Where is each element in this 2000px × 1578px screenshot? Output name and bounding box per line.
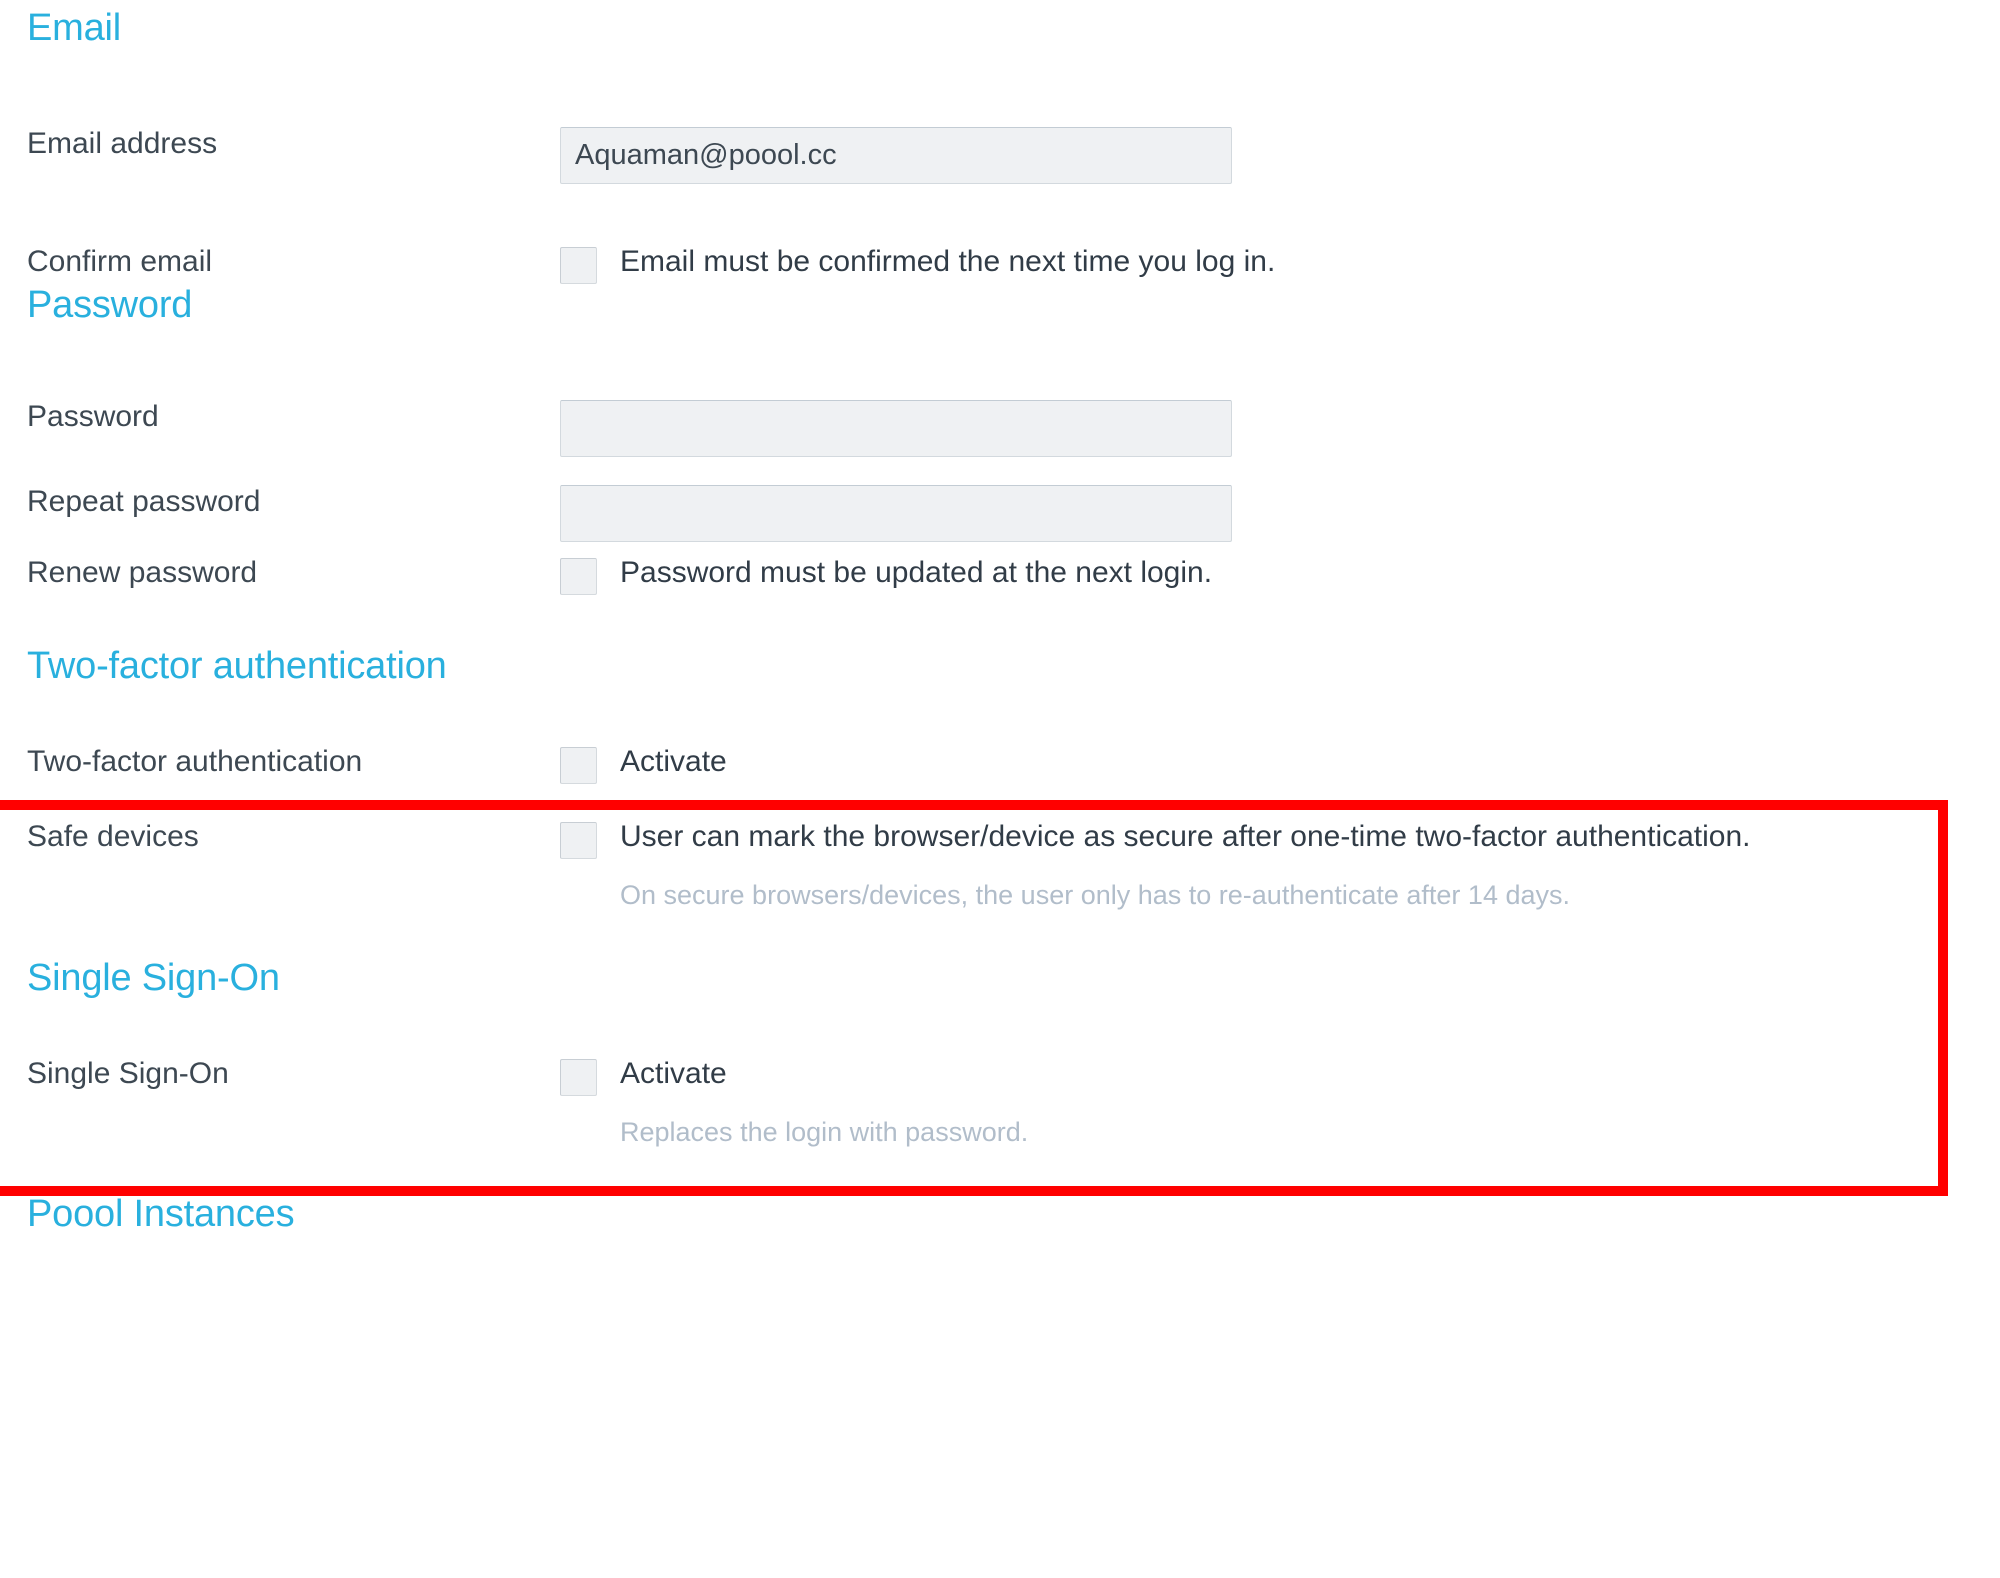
repeat-password-input[interactable]: [560, 485, 1232, 542]
checkbox-label-single-sign-on[interactable]: Activate: [620, 1057, 727, 1091]
section-heading-two-factor-authentication: Two-factor authentication: [27, 645, 447, 687]
password-input[interactable]: [560, 400, 1232, 457]
checkbox-safe-devices[interactable]: [560, 822, 597, 859]
checkbox-label-confirm-email[interactable]: Email must be confirmed the next time yo…: [620, 245, 1275, 279]
label-single-sign-on: Single Sign-On: [27, 1057, 229, 1090]
checkbox-single-sign-on[interactable]: [560, 1059, 597, 1096]
checkbox-label-safe-devices[interactable]: User can mark the browser/device as secu…: [620, 820, 1751, 854]
section-heading-poool-instances: Poool Instances: [27, 1193, 295, 1235]
label-confirm-email: Confirm email: [27, 245, 213, 278]
hint-single-sign-on: Replaces the login with password.: [620, 1117, 1029, 1147]
hint-safe-devices: On secure browsers/devices, the user onl…: [620, 880, 1570, 910]
row-repeat-password: Repeat password: [0, 485, 2000, 542]
row-email-address: Email address: [0, 127, 2000, 184]
label-renew-password: Renew password: [27, 556, 258, 589]
section-heading-email: Email: [27, 7, 122, 49]
label-password: Password: [27, 400, 159, 433]
row-renew-password: Renew password Password must be updated …: [0, 556, 2000, 595]
row-two-factor-authentication: Two-factor authentication Activate: [0, 745, 2000, 784]
row-safe-devices: Safe devices User can mark the browser/d…: [0, 820, 2000, 911]
checkbox-confirm-email[interactable]: [560, 247, 597, 284]
label-safe-devices: Safe devices: [27, 820, 199, 853]
checkbox-label-renew-password[interactable]: Password must be updated at the next log…: [620, 556, 1212, 590]
row-confirm-email: Confirm email Email must be confirmed th…: [0, 245, 2000, 284]
section-heading-password: Password: [27, 284, 193, 326]
checkbox-renew-password[interactable]: [560, 558, 597, 595]
email-address-input[interactable]: [560, 127, 1232, 184]
row-password: Password: [0, 400, 2000, 457]
checkbox-two-factor-authentication[interactable]: [560, 747, 597, 784]
checkbox-label-two-factor-authentication[interactable]: Activate: [620, 745, 727, 779]
settings-page: Email Email address Confirm email Email …: [0, 0, 2000, 1578]
label-repeat-password: Repeat password: [27, 485, 261, 518]
label-email-address: Email address: [27, 127, 218, 160]
label-two-factor-authentication: Two-factor authentication: [27, 745, 363, 778]
row-single-sign-on: Single Sign-On Activate Replaces the log…: [0, 1057, 2000, 1148]
section-heading-single-sign-on: Single Sign-On: [27, 957, 280, 999]
